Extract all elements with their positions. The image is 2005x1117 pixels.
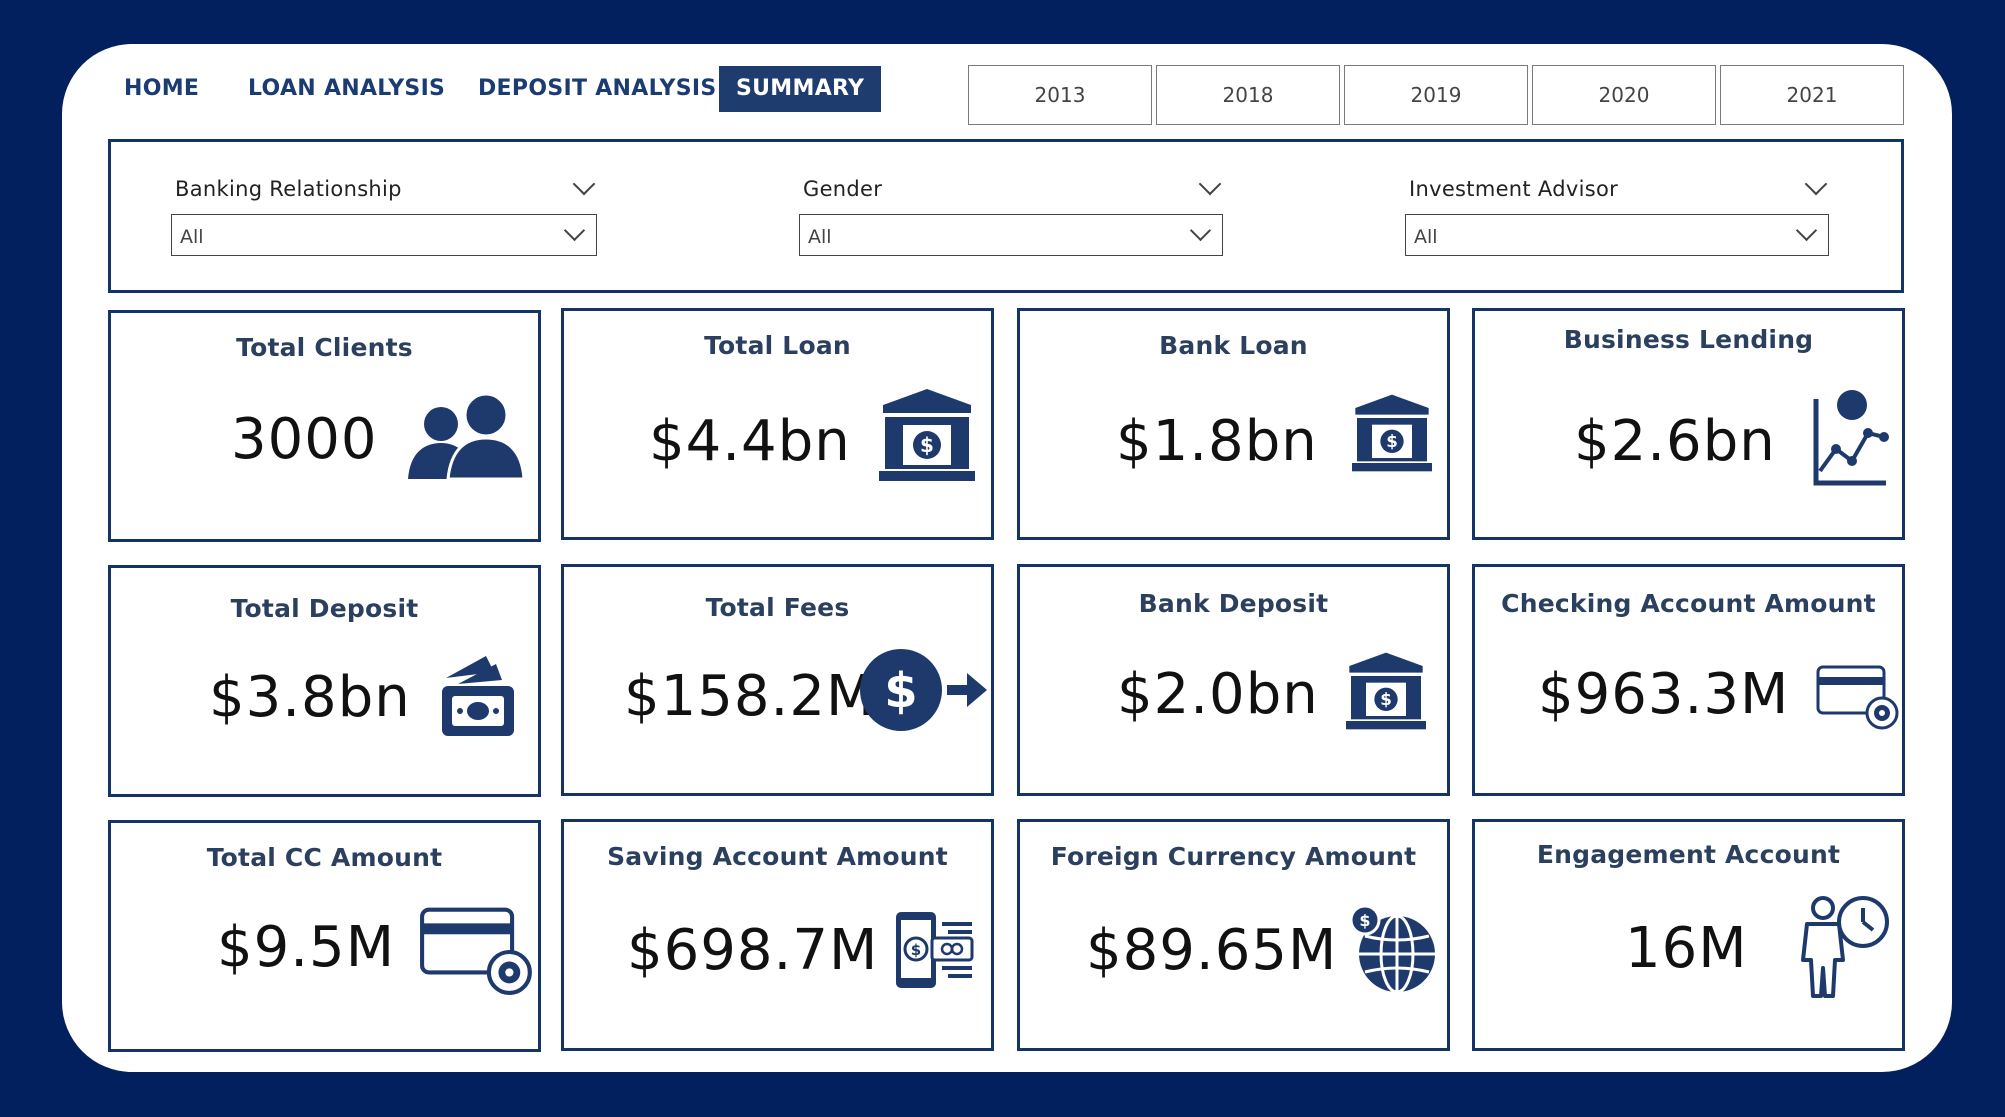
card-gear-icon — [1816, 665, 1902, 731]
svg-text:$: $ — [884, 663, 917, 719]
card-title: Total CC Amount — [206, 843, 443, 872]
tab-loan-analysis[interactable]: LOAN ANALYSIS — [248, 66, 445, 112]
svg-text:$: $ — [911, 941, 921, 959]
tab-deposit-analysis[interactable]: DEPOSIT ANALYSIS — [478, 66, 716, 112]
card-total-loan[interactable]: Total Loan $4.4bn $ — [561, 308, 994, 540]
chevron-down-icon — [1795, 219, 1818, 242]
card-value: $3.8bn — [209, 665, 411, 730]
card-value: $2.0bn — [1117, 662, 1319, 727]
svg-text:$: $ — [920, 433, 934, 457]
gender-dropdown[interactable]: All — [799, 214, 1223, 256]
svg-text:$: $ — [1359, 911, 1370, 930]
svg-text:$: $ — [1380, 690, 1392, 709]
card-title: Total Deposit — [230, 594, 419, 623]
card-total-clients[interactable]: Total Clients 3000 — [108, 310, 541, 542]
slicer-title-gender: Gender — [803, 177, 883, 201]
card-title: Engagement Account — [1536, 840, 1841, 869]
bank-icon: $ — [1346, 651, 1426, 731]
card-title: Business Lending — [1563, 325, 1814, 354]
card-business-lending[interactable]: Business Lending $2.6bn — [1472, 308, 1905, 540]
bank-icon: $ — [1352, 393, 1432, 473]
globe-dollar-icon: $ — [1347, 904, 1439, 996]
card-title: Bank Loan — [1159, 331, 1308, 360]
dropdown-value: All — [808, 226, 832, 248]
dropdown-value: All — [1414, 226, 1438, 248]
card-bank-deposit[interactable]: Bank Deposit $2.0bn $ — [1017, 564, 1450, 796]
card-title: Checking Account Amount — [1501, 589, 1876, 618]
card-value: $698.7M — [627, 918, 879, 983]
svg-text:$: $ — [1386, 432, 1398, 451]
dollar-arrow-icon: $ — [859, 645, 989, 735]
card-value: $2.6bn — [1574, 409, 1776, 474]
card-total-fees[interactable]: Total Fees $158.2M $ — [561, 564, 994, 796]
card-gear-icon — [419, 907, 537, 997]
banking-relationship-dropdown[interactable]: All — [171, 214, 597, 256]
slicer-title-banking-relationship: Banking Relationship — [175, 177, 402, 201]
mobile-payment-icon: $ — [892, 910, 976, 990]
year-button-2018[interactable]: 2018 — [1156, 65, 1340, 125]
people-icon — [406, 391, 526, 481]
chevron-down-icon — [1189, 219, 1212, 242]
growth-chart-icon — [1810, 389, 1890, 489]
card-engagement-account[interactable]: Engagement Account 16M — [1472, 819, 1905, 1051]
tab-summary[interactable]: SUMMARY — [719, 66, 882, 112]
card-total-deposit[interactable]: Total Deposit $3.8bn — [108, 565, 541, 797]
year-button-2020[interactable]: 2020 — [1532, 65, 1716, 125]
dropdown-value: All — [180, 226, 204, 248]
year-button-2021[interactable]: 2021 — [1720, 65, 1904, 125]
card-value: 16M — [1625, 916, 1748, 981]
chevron-down-icon — [563, 219, 586, 242]
investment-advisor-dropdown[interactable]: All — [1405, 214, 1829, 256]
card-title: Bank Deposit — [1138, 589, 1329, 618]
slicer-title-investment-advisor: Investment Advisor — [1409, 177, 1619, 201]
card-value: $1.8bn — [1116, 409, 1318, 474]
card-saving-account-amount[interactable]: Saving Account Amount $698.7M $ — [561, 819, 994, 1051]
card-value: $89.65M — [1086, 918, 1338, 983]
card-bank-loan[interactable]: Bank Loan $1.8bn $ — [1017, 308, 1450, 540]
tab-home[interactable]: HOME — [124, 66, 199, 112]
card-title: Total Fees — [705, 593, 850, 622]
card-value: $4.4bn — [649, 409, 851, 474]
card-checking-account-amount[interactable]: Checking Account Amount $963.3M — [1472, 564, 1905, 796]
card-title: Total Loan — [704, 331, 851, 360]
card-title: Saving Account Amount — [607, 842, 948, 871]
card-foreign-currency-amount[interactable]: Foreign Currency Amount $89.65M $ — [1017, 819, 1450, 1051]
year-button-2019[interactable]: 2019 — [1344, 65, 1528, 125]
cash-deposit-icon — [436, 650, 516, 738]
card-total-cc-amount[interactable]: Total CC Amount $9.5M — [108, 820, 541, 1052]
card-title: Total Clients — [236, 333, 413, 362]
person-clock-icon — [1793, 892, 1897, 1002]
card-value: $963.3M — [1538, 662, 1790, 727]
bank-icon: $ — [879, 387, 975, 483]
card-title: Foreign Currency Amount — [1050, 842, 1417, 871]
card-value: $158.2M — [624, 664, 876, 729]
year-button-2013[interactable]: 2013 — [968, 65, 1152, 125]
card-value: 3000 — [231, 407, 378, 472]
card-value: $9.5M — [217, 915, 396, 980]
